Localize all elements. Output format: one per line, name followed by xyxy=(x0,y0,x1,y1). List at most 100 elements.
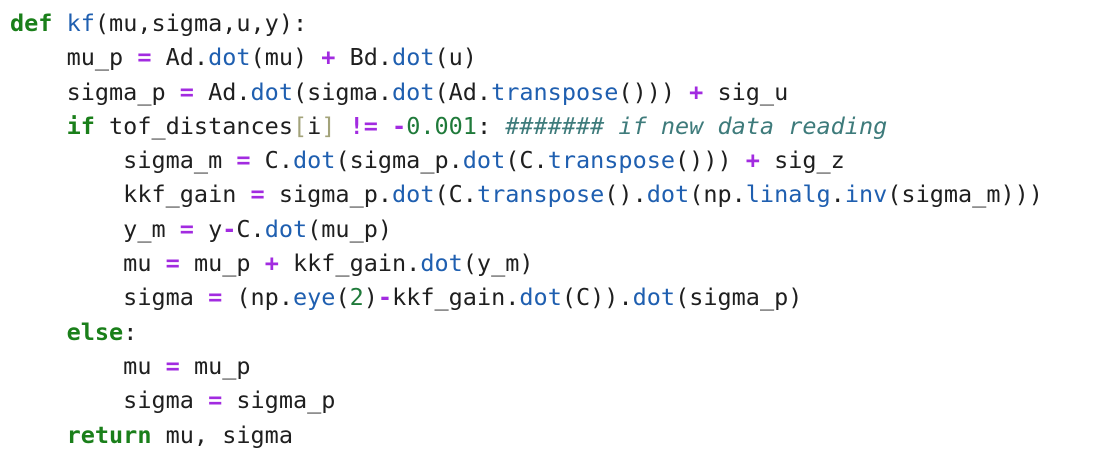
text-token: mu xyxy=(10,249,166,278)
text-token: (sigma. xyxy=(292,77,393,106)
code-line[interactable]: sigma_m = C.dot(sigma_p.dot(C.transpose(… xyxy=(10,143,1098,177)
text-token: . xyxy=(830,180,845,209)
text-token: mu_p xyxy=(179,351,251,380)
text-token: (C. xyxy=(505,146,548,175)
function-token: dot xyxy=(250,77,293,106)
function-token: transpose xyxy=(476,180,605,209)
code-line[interactable]: if tof_distances[i] != -0.001: ####### i… xyxy=(10,109,1098,143)
function-token: transpose xyxy=(491,77,619,106)
text-token: (mu_p) xyxy=(307,214,393,243)
operator-token: + xyxy=(745,146,760,175)
function-token: dot xyxy=(208,43,251,72)
operator-token: = xyxy=(137,43,152,72)
text-token: (Ad. xyxy=(434,77,492,106)
code-line[interactable]: else: xyxy=(10,315,1098,349)
function-token: dot xyxy=(392,43,435,72)
code-line[interactable]: kkf_gain = sigma_p.dot(C.transpose().dot… xyxy=(10,177,1098,211)
text-token: ( xyxy=(335,283,350,312)
operator-token: - xyxy=(222,214,237,243)
text-token: y_m xyxy=(10,214,180,243)
code-editor[interactable]: def kf(mu,sigma,u,y): mu_p = Ad.dot(mu) … xyxy=(0,0,1098,454)
function-token: eye xyxy=(292,283,336,312)
number-token: 2 xyxy=(349,283,364,312)
code-line[interactable]: mu = mu_p + kkf_gain.dot(y_m) xyxy=(10,246,1098,280)
function-token: dot xyxy=(646,180,690,209)
text-token: i xyxy=(307,111,322,140)
text-token: Ad. xyxy=(193,77,251,106)
bracket-token: [ xyxy=(292,111,308,140)
function-token: transpose xyxy=(547,146,676,175)
code-line[interactable]: mu_p = Ad.dot(mu) + Bd.dot(u) xyxy=(10,40,1098,74)
text-token: ())) xyxy=(675,146,746,175)
code-line[interactable]: def kf(mu,sigma,u,y): xyxy=(10,6,1098,40)
text-token: kkf_gain. xyxy=(278,249,421,278)
text-token: sig_z xyxy=(759,146,845,175)
operator-token: != xyxy=(349,111,378,140)
text-token: sig_u xyxy=(703,77,789,106)
text-token: (u) xyxy=(434,43,477,72)
operator-token: + xyxy=(321,43,336,72)
text-token: (np. xyxy=(689,180,746,209)
operator-token: = xyxy=(179,77,194,106)
function-token: dot xyxy=(292,146,336,175)
function-token: inv xyxy=(844,180,888,209)
text-token: (sigma_p. xyxy=(335,146,463,175)
text-token: sigma_p. xyxy=(264,180,393,209)
function-token: dot xyxy=(392,77,435,106)
text-token: tof_distances xyxy=(94,111,293,140)
operator-token: = xyxy=(165,351,180,380)
text-token: (C)). xyxy=(561,283,633,312)
operator-token: + xyxy=(689,77,704,106)
operator-token: = xyxy=(250,180,265,209)
function-token: dot xyxy=(519,283,562,312)
text-token: ) xyxy=(363,283,378,312)
text-token: sigma_p xyxy=(222,386,336,415)
text-token: ())) xyxy=(618,77,690,106)
text-token: C. xyxy=(250,146,293,175)
text-token: Ad. xyxy=(151,43,209,72)
text-token: (). xyxy=(604,180,647,209)
text-token: Bd. xyxy=(335,43,393,72)
operator-token: = xyxy=(165,249,180,278)
code-line[interactable]: sigma = sigma_p xyxy=(10,383,1098,417)
text-token: kkf_gain xyxy=(10,180,251,209)
code-line[interactable]: sigma = (np.eye(2)-kkf_gain.dot(C)).dot(… xyxy=(10,280,1098,314)
text-token: mu xyxy=(10,351,166,380)
text-token: C. xyxy=(236,214,265,243)
operator-token: + xyxy=(264,249,279,278)
text-token: mu_p xyxy=(10,43,138,72)
code-line[interactable]: sigma_p = Ad.dot(sigma.dot(Ad.transpose(… xyxy=(10,75,1098,109)
text-token: (C. xyxy=(434,180,477,209)
text-token: (y_m) xyxy=(462,249,534,278)
text-token: (sigma_m))) xyxy=(887,180,1043,209)
operator-token: - xyxy=(392,111,407,140)
function-token: dot xyxy=(264,214,308,243)
text-token: (np. xyxy=(222,283,293,312)
function-token: dot xyxy=(632,283,676,312)
code-line[interactable]: mu = mu_p xyxy=(10,349,1098,383)
text-token: (sigma_p) xyxy=(675,283,803,312)
keyword-token: return xyxy=(66,420,152,449)
operator-token: = xyxy=(236,146,251,175)
keyword-token: def xyxy=(10,9,53,37)
text-token: sigma_p xyxy=(10,77,180,106)
text-token: mu_p xyxy=(179,249,265,278)
operator-token: = xyxy=(179,214,194,243)
operator-token: = xyxy=(208,386,223,415)
function-token: dot xyxy=(392,180,435,209)
function-token: dot xyxy=(462,146,506,175)
code-line[interactable]: return mu, sigma xyxy=(10,418,1098,452)
code-line[interactable]: y_m = y-C.dot(mu_p) xyxy=(10,212,1098,246)
keyword-token: else xyxy=(66,317,124,346)
number-token: 0.001 xyxy=(406,111,477,140)
text-token: y xyxy=(193,214,223,243)
operator-token: - xyxy=(377,283,393,312)
text-token: : xyxy=(123,317,138,346)
text-token: mu, sigma xyxy=(151,420,293,449)
